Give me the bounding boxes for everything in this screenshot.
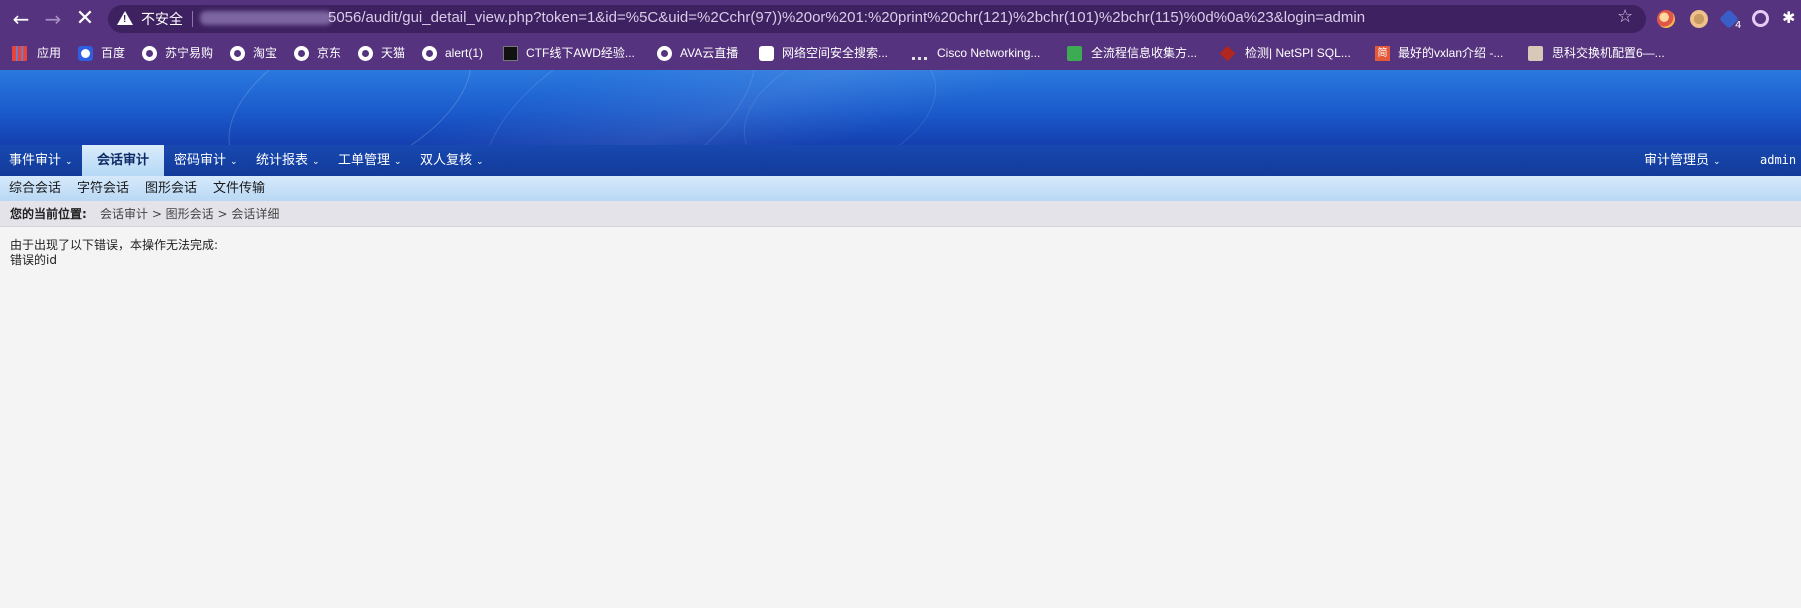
- bookmark-apps[interactable]: 应用: [37, 37, 61, 70]
- baidu-icon: [78, 46, 93, 61]
- menu-event-audit[interactable]: 事件审计 ⌄: [9, 145, 73, 176]
- cisco-icon: [912, 50, 927, 60]
- bookmark-alert[interactable]: alert(1): [445, 37, 483, 70]
- breadcrumb: 您的当前位置: 会话审计 > 图形会话 > 会话详细: [0, 201, 1801, 227]
- globe-icon: [657, 46, 672, 61]
- chevron-down-icon: ⌄: [230, 157, 238, 167]
- photo-icon: [1528, 46, 1543, 61]
- bookmark-baidu[interactable]: 百度: [101, 37, 125, 70]
- submenu-graphical-sessions[interactable]: 图形会话: [145, 176, 197, 201]
- stop-loading-button[interactable]: ✕: [73, 7, 97, 31]
- extension-badge: 4: [1735, 20, 1742, 31]
- bookmark-jd[interactable]: 京东: [317, 37, 341, 70]
- globe-icon: [422, 46, 437, 61]
- redacted-host: [200, 11, 332, 25]
- address-separator: [192, 11, 193, 27]
- extension-ring-icon[interactable]: [1752, 10, 1769, 27]
- globe-icon: [358, 46, 373, 61]
- ctf-icon: [503, 46, 518, 61]
- banner-swoosh: [725, 70, 955, 145]
- security-status[interactable]: 不安全: [141, 9, 183, 29]
- chevron-down-icon: ⌄: [65, 157, 73, 167]
- banner-swoosh: [452, 70, 788, 145]
- browser-toolbar: ← → ✕ 不安全 5056/audit/gui_detail_view.php…: [0, 0, 1801, 37]
- menu-label: 密码审计: [174, 153, 227, 168]
- menu-password-audit[interactable]: 密码审计 ⌄: [174, 145, 238, 176]
- sub-menu: 综合会话 字符会话 图形会话 文件传输: [0, 176, 1801, 201]
- globe-icon: [142, 46, 157, 61]
- url-text[interactable]: 5056/audit/gui_detail_view.php?token=1&i…: [328, 9, 1365, 26]
- green-doc-icon: [1067, 46, 1082, 61]
- bookmark-netspi[interactable]: 检测| NetSPI SQL...: [1245, 37, 1351, 70]
- menu-statistics-report[interactable]: 统计报表 ⌄: [256, 145, 320, 176]
- chevron-down-icon: ⌄: [312, 157, 320, 167]
- bookmark-info-gathering[interactable]: 全流程信息收集方...: [1091, 37, 1197, 70]
- user-name-label: admin: [1760, 153, 1797, 167]
- main-menu: 事件审计 ⌄ 会话审计 密码审计 ⌄ 统计报表 ⌄ 工单管理 ⌄ 双人复核 ⌄ 审计管理员…: [0, 145, 1801, 176]
- bookmark-tmall[interactable]: 天猫: [381, 37, 405, 70]
- menu-label: 统计报表: [256, 153, 309, 168]
- submenu-all-sessions[interactable]: 综合会话: [9, 176, 61, 201]
- menu-label: 事件审计: [9, 153, 62, 168]
- bookmark-cyberspace-search[interactable]: 网络空间安全搜索...: [782, 37, 888, 70]
- jianshu-icon: 简: [1375, 46, 1390, 61]
- bookmark-taobao[interactable]: 淘宝: [253, 37, 277, 70]
- chevron-down-icon: ⌄: [476, 157, 484, 167]
- error-detail: 错误的id: [10, 253, 57, 267]
- warning-icon[interactable]: [117, 11, 133, 25]
- user-role-menu[interactable]: 审计管理员 ⌄: [1644, 145, 1721, 176]
- globe-icon: [230, 46, 245, 61]
- menu-session-audit[interactable]: 会话审计: [82, 145, 165, 176]
- bookmark-vxlan[interactable]: 最好的vxlan介绍 -...: [1398, 37, 1503, 70]
- menu-ticket-management[interactable]: 工单管理 ⌄: [338, 145, 402, 176]
- back-button[interactable]: ←: [9, 7, 33, 31]
- forward-button[interactable]: →: [41, 7, 65, 31]
- puzzle-icon[interactable]: ✱: [1782, 8, 1795, 27]
- menu-label: 工单管理: [338, 153, 391, 168]
- error-message-line: 由于出现了以下错误，本操作无法完成:: [10, 238, 219, 252]
- user-role-label: 审计管理员: [1644, 153, 1710, 168]
- bookmark-cisco-switch[interactable]: 思科交换机配置6—...: [1552, 37, 1665, 70]
- bookmark-ava[interactable]: AVA云直播: [680, 37, 738, 70]
- bookmark-ctf[interactable]: CTF线下AWD经验...: [526, 37, 635, 70]
- bookmark-cisco[interactable]: Cisco Networking...: [937, 37, 1040, 70]
- submenu-character-sessions[interactable]: 字符会话: [77, 176, 129, 201]
- breadcrumb-trail: 会话审计 > 图形会话 > 会话详细: [100, 207, 280, 221]
- menu-label: 会话审计: [97, 153, 150, 168]
- bookmark-star-icon[interactable]: ☆: [1617, 6, 1633, 27]
- site-banner: [0, 70, 1801, 145]
- submenu-file-transfer[interactable]: 文件传输: [213, 176, 265, 201]
- apps-grid-icon: [12, 46, 27, 61]
- bookmark-suning[interactable]: 苏宁易购: [165, 37, 213, 70]
- netspi-icon: [1219, 45, 1236, 62]
- menu-label: 双人复核: [420, 153, 473, 168]
- extension-icon-1[interactable]: [1657, 10, 1675, 28]
- breadcrumb-label: 您的当前位置:: [10, 207, 87, 221]
- chevron-down-icon: ⌄: [1713, 157, 1721, 167]
- globe-icon: [294, 46, 309, 61]
- banner-swoosh: [202, 70, 498, 145]
- menu-dual-review[interactable]: 双人复核 ⌄: [420, 145, 484, 176]
- error-message: 由于出现了以下错误，本操作无法完成: 错误的id: [10, 238, 218, 268]
- user-account-menu[interactable]: admin: [1760, 145, 1796, 176]
- bookmarks-bar: 应用 百度 苏宁易购 淘宝 京东 天猫 alert(1) CTF线下AWD经验.…: [0, 37, 1801, 70]
- fofa-icon: [759, 46, 774, 61]
- cookie-extension-icon[interactable]: [1690, 10, 1708, 28]
- chevron-down-icon: ⌄: [394, 157, 402, 167]
